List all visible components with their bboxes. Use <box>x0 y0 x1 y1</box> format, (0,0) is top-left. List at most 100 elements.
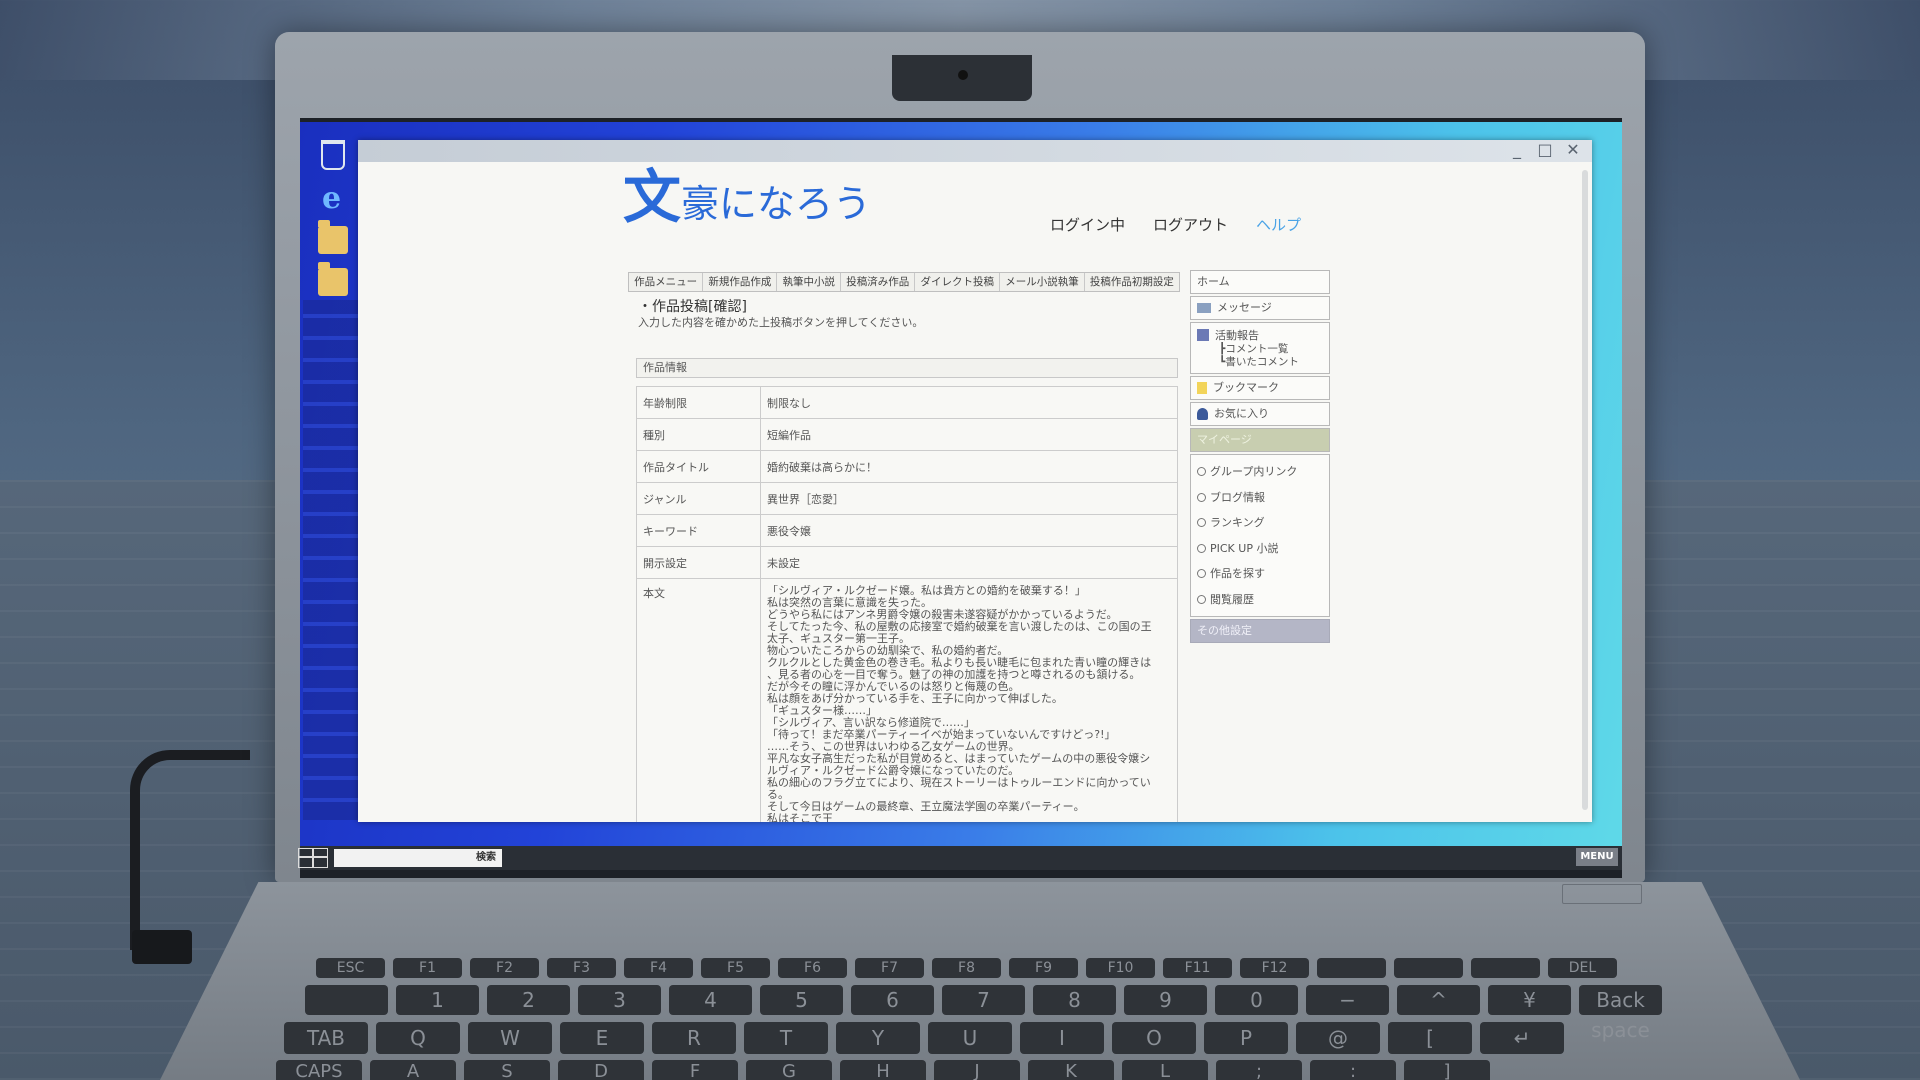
tab-direct-post[interactable]: ダイレクト投稿 <box>915 273 1001 291</box>
keyboard-key[interactable]: 6 <box>851 985 934 1015</box>
keyboard-key[interactable]: F11 <box>1163 958 1232 978</box>
keyboard-key[interactable]: K <box>1028 1060 1114 1080</box>
menu-blog-info[interactable]: ブログ情報 <box>1197 485 1323 511</box>
keyboard-key[interactable]: − <box>1306 985 1389 1015</box>
help-link[interactable]: ヘルプ <box>1256 214 1301 235</box>
keyboard-key[interactable]: L <box>1122 1060 1208 1080</box>
page-scrollbar[interactable] <box>1582 170 1588 810</box>
table-row: キーワード 悪役令嬢 <box>636 514 1178 547</box>
keyboard-key[interactable]: F7 <box>855 958 924 978</box>
keyboard-key[interactable]: 4 <box>669 985 752 1015</box>
folder-icon[interactable] <box>318 220 348 254</box>
keyboard-key[interactable]: 0 <box>1215 985 1298 1015</box>
keyboard-key[interactable]: 2 <box>487 985 570 1015</box>
keyboard-key[interactable]: ; <box>1216 1060 1302 1080</box>
keyboard-key[interactable]: : <box>1310 1060 1396 1080</box>
menu-other-settings[interactable]: その他設定 <box>1190 619 1330 643</box>
keyboard-key[interactable]: F6 <box>778 958 847 978</box>
menu-comment-list[interactable]: ┣コメント一覧 <box>1197 343 1323 356</box>
keyboard-key[interactable]: H <box>840 1060 926 1080</box>
keyboard-key[interactable]: P <box>1204 1022 1288 1054</box>
keyboard-key[interactable]: 7 <box>942 985 1025 1015</box>
menu-activity[interactable]: 活動報告 ┣コメント一覧 ┗書いたコメント <box>1190 322 1330 374</box>
start-icon[interactable] <box>298 848 328 868</box>
taskbar-search[interactable]: 検索 <box>334 849 502 867</box>
keyboard-key[interactable]: Back space <box>1579 985 1662 1042</box>
keyboard-key[interactable]: 8 <box>1033 985 1116 1015</box>
keyboard-key[interactable]: Q <box>376 1022 460 1054</box>
menu-bookmark[interactable]: ブックマーク <box>1190 376 1330 400</box>
keyboard-key[interactable]: F3 <box>547 958 616 978</box>
minimize-button[interactable]: _ <box>1508 140 1526 160</box>
tab-work-menu[interactable]: 作品メニュー <box>629 273 704 291</box>
keyboard-key[interactable]: 9 <box>1124 985 1207 1015</box>
logout-link[interactable]: ログアウト <box>1153 214 1228 235</box>
menu-favorites[interactable]: お気に入り <box>1190 402 1330 426</box>
keyboard-key[interactable] <box>305 985 388 1015</box>
keyboard-key[interactable]: 1 <box>396 985 479 1015</box>
keyboard-key[interactable]: 5 <box>760 985 843 1015</box>
keyboard-key[interactable]: F8 <box>932 958 1001 978</box>
keyboard-key[interactable]: ¥ <box>1488 985 1571 1015</box>
keyboard-key[interactable]: F1 <box>393 958 462 978</box>
close-button[interactable]: ✕ <box>1564 140 1582 160</box>
window-titlebar[interactable]: _ □ ✕ <box>358 140 1592 162</box>
menu-group-link[interactable]: グループ内リンク <box>1197 459 1323 485</box>
keyboard-key[interactable]: I <box>1020 1022 1104 1054</box>
keyboard-key[interactable]: [ <box>1388 1022 1472 1054</box>
menu-history[interactable]: 閲覧履歴 <box>1197 587 1323 613</box>
keyboard-key[interactable]: @ <box>1296 1022 1380 1054</box>
keyboard-key[interactable]: F10 <box>1086 958 1155 978</box>
keyboard-key[interactable]: G <box>746 1060 832 1080</box>
keyboard-key[interactable]: ] <box>1404 1060 1490 1080</box>
keyboard-key[interactable]: CAPS <box>276 1060 362 1080</box>
keyboard-key[interactable]: E <box>560 1022 644 1054</box>
keyboard-key[interactable]: ESC <box>316 958 385 978</box>
keyboard-key[interactable]: ^ <box>1397 985 1480 1015</box>
tab-drafts[interactable]: 執筆中小説 <box>777 273 842 291</box>
tab-new-work[interactable]: 新規作品作成 <box>703 273 778 291</box>
menu-home[interactable]: ホーム <box>1190 270 1330 294</box>
keyboard-key[interactable]: F9 <box>1009 958 1078 978</box>
table-row-body: 本文 「シルヴィア・ルクゼード嬢。私は貴方との婚約を破棄する！」 私は突然の言葉… <box>636 578 1178 822</box>
keyboard-key[interactable]: A <box>370 1060 456 1080</box>
tab-posted[interactable]: 投稿済み作品 <box>841 273 916 291</box>
site-logo[interactable]: 文 豪になろう <box>623 167 871 227</box>
keyboard-key[interactable]: S <box>464 1060 550 1080</box>
menu-written-comments[interactable]: ┗書いたコメント <box>1197 356 1323 369</box>
keyboard-key[interactable]: U <box>928 1022 1012 1054</box>
keyboard-key[interactable]: R <box>652 1022 736 1054</box>
taskbar-menu-button[interactable]: MENU <box>1576 848 1618 866</box>
field-value: 婚約破棄は高らかに！ <box>760 450 1178 483</box>
login-status: ログイン中 <box>1050 216 1126 234</box>
tab-mail-novel[interactable]: メール小説執筆 <box>1000 273 1085 291</box>
keyboard-key[interactable] <box>1394 958 1463 978</box>
keyboard-key[interactable]: F5 <box>701 958 770 978</box>
menu-search-works[interactable]: 作品を探す <box>1197 561 1323 587</box>
keyboard-key[interactable]: F12 <box>1240 958 1309 978</box>
keyboard-key[interactable]: T <box>744 1022 828 1054</box>
keyboard-key[interactable]: F4 <box>624 958 693 978</box>
menu-pickup[interactable]: PICK UP 小説 <box>1197 536 1323 562</box>
keyboard-key[interactable]: J <box>934 1060 1020 1080</box>
menu-message[interactable]: メッセージ <box>1190 296 1330 320</box>
menu-mypage[interactable]: マイページ <box>1190 428 1330 452</box>
ie-icon[interactable]: e <box>318 184 348 214</box>
keyboard-key[interactable]: Y <box>836 1022 920 1054</box>
keyboard-key[interactable]: ↵ <box>1480 1022 1564 1054</box>
folder-icon[interactable] <box>318 262 348 296</box>
keyboard-key[interactable]: O <box>1112 1022 1196 1054</box>
tab-default-settings[interactable]: 投稿作品初期設定 <box>1085 273 1179 291</box>
keyboard-key[interactable]: TAB <box>284 1022 368 1054</box>
keyboard-key[interactable]: DEL <box>1548 958 1617 978</box>
maximize-button[interactable]: □ <box>1536 140 1554 160</box>
keyboard-key[interactable]: 3 <box>578 985 661 1015</box>
keyboard-key[interactable] <box>1471 958 1540 978</box>
keyboard-key[interactable]: W <box>468 1022 552 1054</box>
keyboard-key[interactable]: F <box>652 1060 738 1080</box>
menu-ranking[interactable]: ランキング <box>1197 510 1323 536</box>
keyboard-key[interactable] <box>1317 958 1386 978</box>
keyboard-key[interactable]: F2 <box>470 958 539 978</box>
keyboard-key[interactable]: D <box>558 1060 644 1080</box>
trash-icon[interactable] <box>321 140 345 170</box>
